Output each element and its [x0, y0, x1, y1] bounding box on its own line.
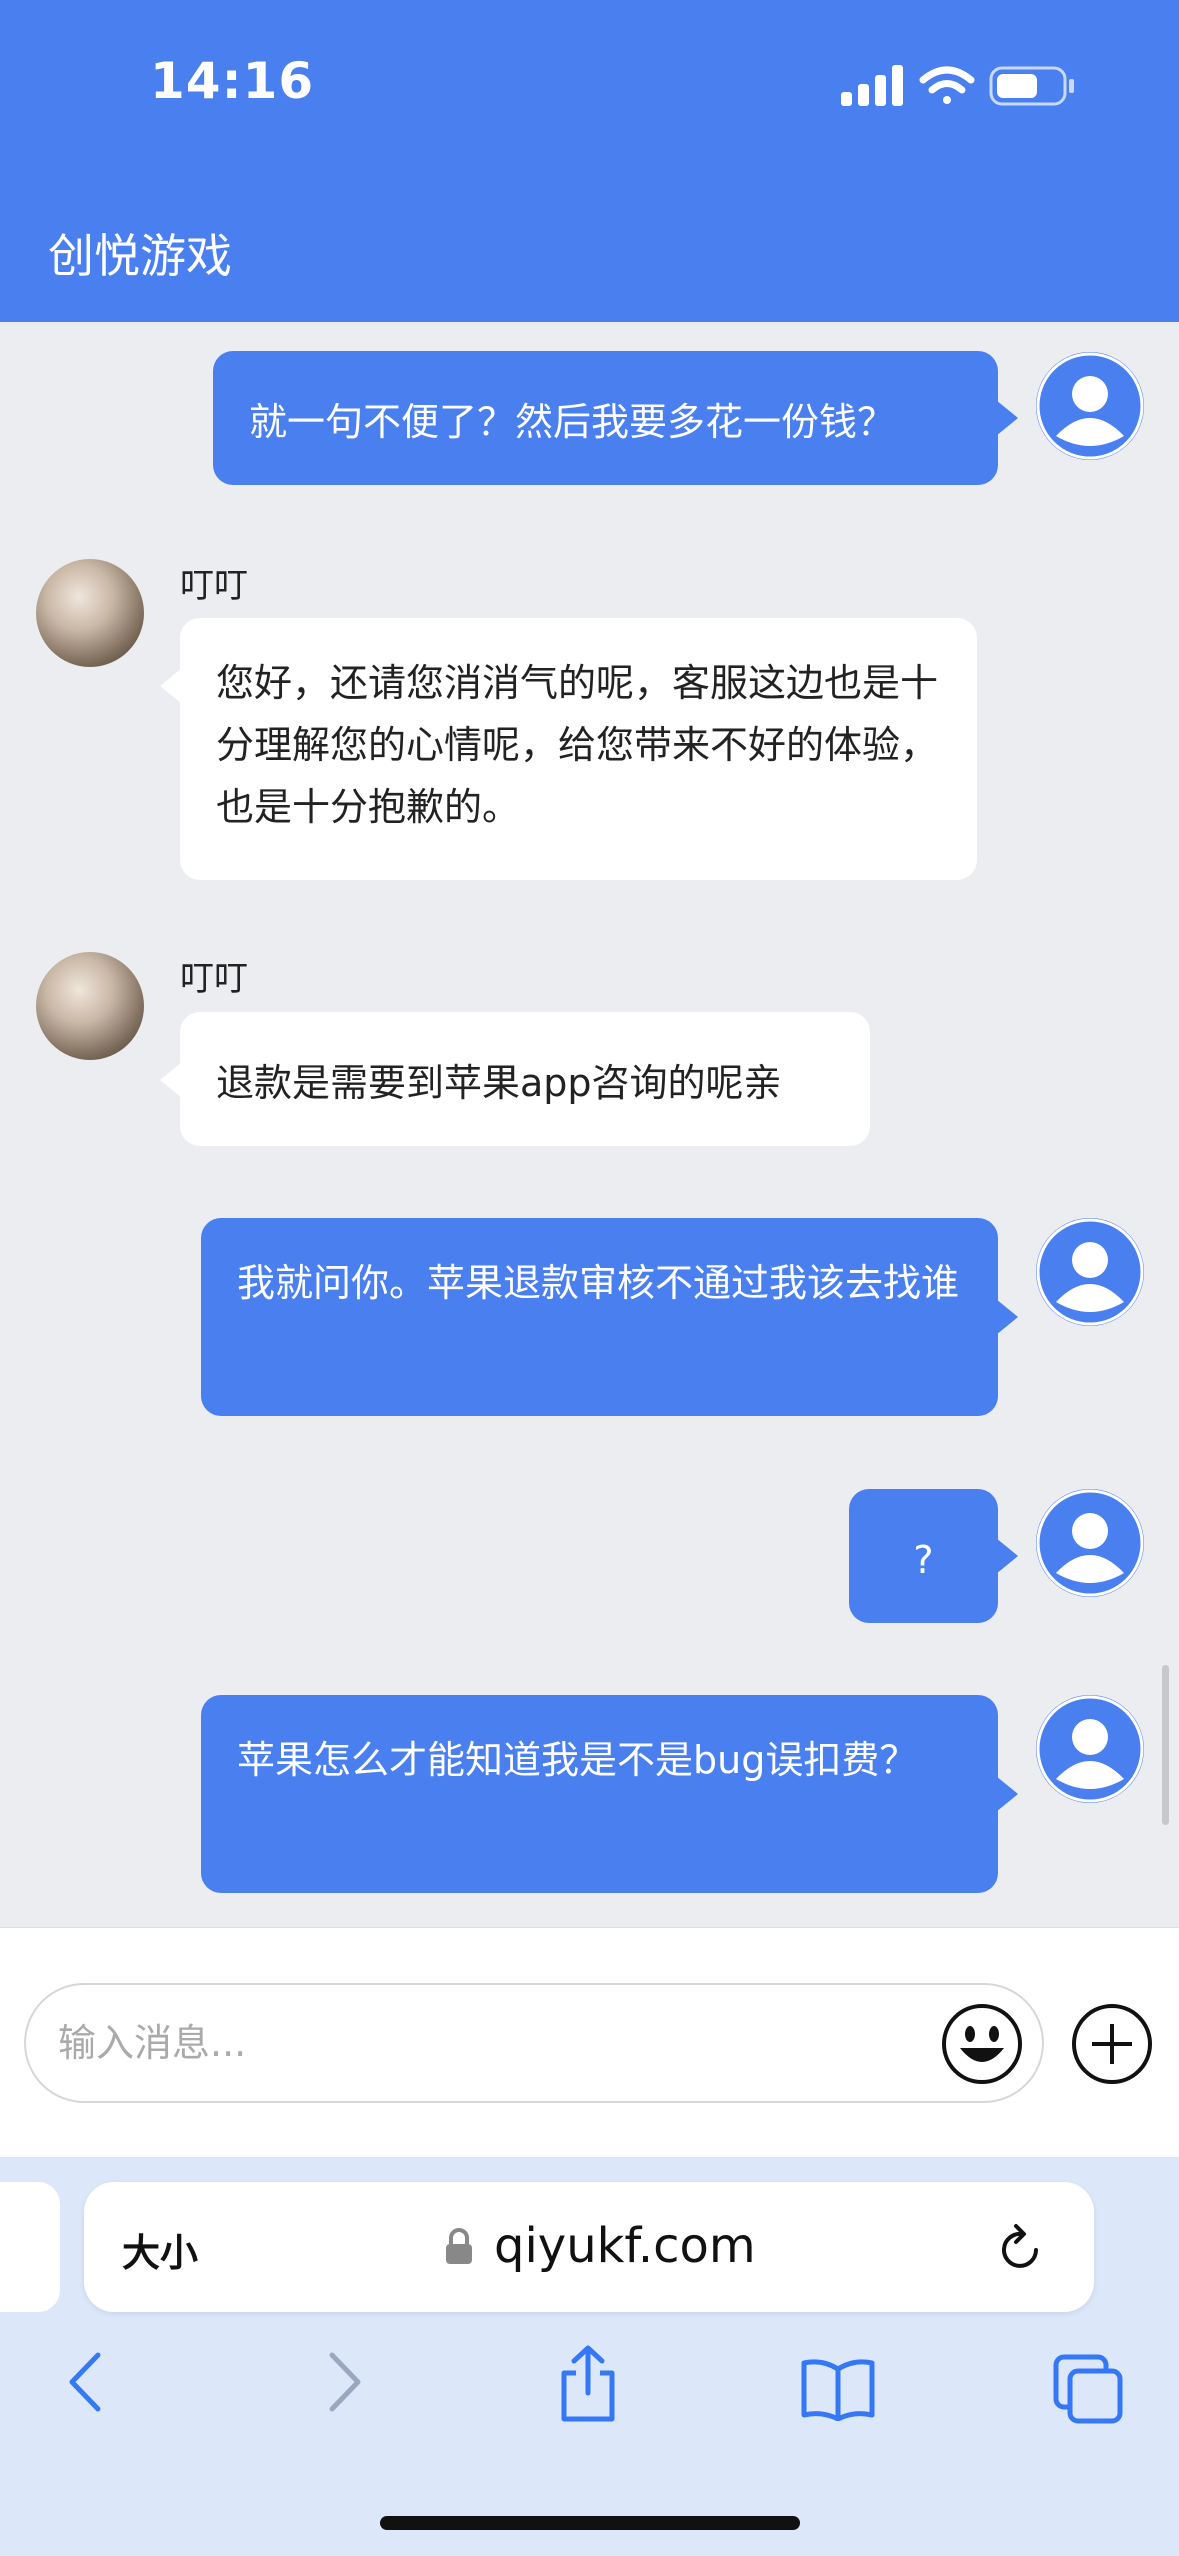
page-title: 创悦游戏	[48, 229, 232, 283]
book-icon[interactable]	[800, 2357, 876, 2421]
reload-icon[interactable]	[996, 2220, 1046, 2274]
previous-tab-preview[interactable]	[0, 2182, 60, 2312]
sender-name: 叮叮	[180, 959, 248, 999]
message-input-bar: 输入消息...	[0, 1927, 1179, 2158]
message-bubble-incoming[interactable]: 您好，还请您消消气的呢，客服这边也是十分理解您的心情呢，给您带来不好的体验，也是…	[160, 618, 977, 880]
tabs-icon[interactable]	[1052, 2353, 1124, 2425]
share-icon[interactable]	[556, 2345, 620, 2423]
status-icons	[841, 65, 1074, 106]
home-indicator[interactable]	[380, 2516, 800, 2530]
browser-toolbar: 大小 qiyukf.com	[0, 2157, 1179, 2556]
user-avatar-icon	[1036, 1218, 1144, 1326]
message-bubble-outgoing[interactable]: 苹果怎么才能知道我是不是bug误扣费？	[201, 1695, 1018, 1893]
user-avatar-icon	[1036, 1695, 1144, 1803]
text-size-button[interactable]: 大小	[122, 2222, 198, 2277]
message-bubble-outgoing[interactable]: 就一句不便了？然后我要多花一份钱？	[213, 351, 1018, 485]
chevron-left-icon[interactable]	[62, 2347, 112, 2417]
smiley-icon[interactable]	[940, 2002, 1024, 2086]
message-text: 退款是需要到苹果app咨询的呢亲	[216, 1061, 782, 1105]
lock-icon	[446, 2228, 472, 2264]
cellular-signal-icon	[841, 65, 903, 106]
message-input[interactable]: 输入消息...	[24, 1983, 1044, 2103]
status-time: 14:16	[150, 52, 315, 110]
message-bubble-outgoing[interactable]: 我就问你。苹果退款审核不通过我该去找谁	[201, 1218, 1018, 1416]
agent-avatar	[36, 559, 144, 667]
user-avatar-icon	[1036, 352, 1144, 460]
message-bubble-outgoing[interactable]: ?	[849, 1489, 1018, 1623]
user-avatar-icon	[1036, 1489, 1144, 1597]
plus-circle-icon[interactable]	[1070, 2002, 1154, 2086]
message-text: 就一句不便了？然后我要多花一份钱？	[249, 400, 896, 444]
message-bubble-incoming[interactable]: 退款是需要到苹果app咨询的呢亲	[160, 1012, 870, 1146]
scrollbar[interactable]	[1162, 1665, 1169, 1825]
message-text: 苹果怎么才能知道我是不是bug误扣费？	[237, 1738, 918, 1782]
message-text: 您好，还请您消消气的呢，客服这边也是十分理解您的心情呢，给您带来不好的体验，也是…	[216, 661, 939, 829]
agent-avatar	[36, 952, 144, 1060]
url-text[interactable]: qiyukf.com	[494, 2218, 756, 2274]
wifi-icon	[919, 66, 975, 104]
chevron-right-icon[interactable]	[318, 2347, 368, 2417]
battery-icon	[989, 66, 1074, 106]
sender-name: 叮叮	[180, 566, 248, 606]
message-text: 我就问你。苹果退款审核不通过我该去找谁	[237, 1261, 960, 1305]
address-bar[interactable]: 大小 qiyukf.com	[84, 2182, 1094, 2312]
chat-area[interactable]: 就一句不便了？然后我要多花一份钱？ 叮叮 您好，还请您消消气的呢，客服这边也是十…	[0, 322, 1179, 1927]
message-text: ?	[913, 1538, 934, 1582]
app-header: 14:16 创悦游戏	[0, 0, 1179, 322]
